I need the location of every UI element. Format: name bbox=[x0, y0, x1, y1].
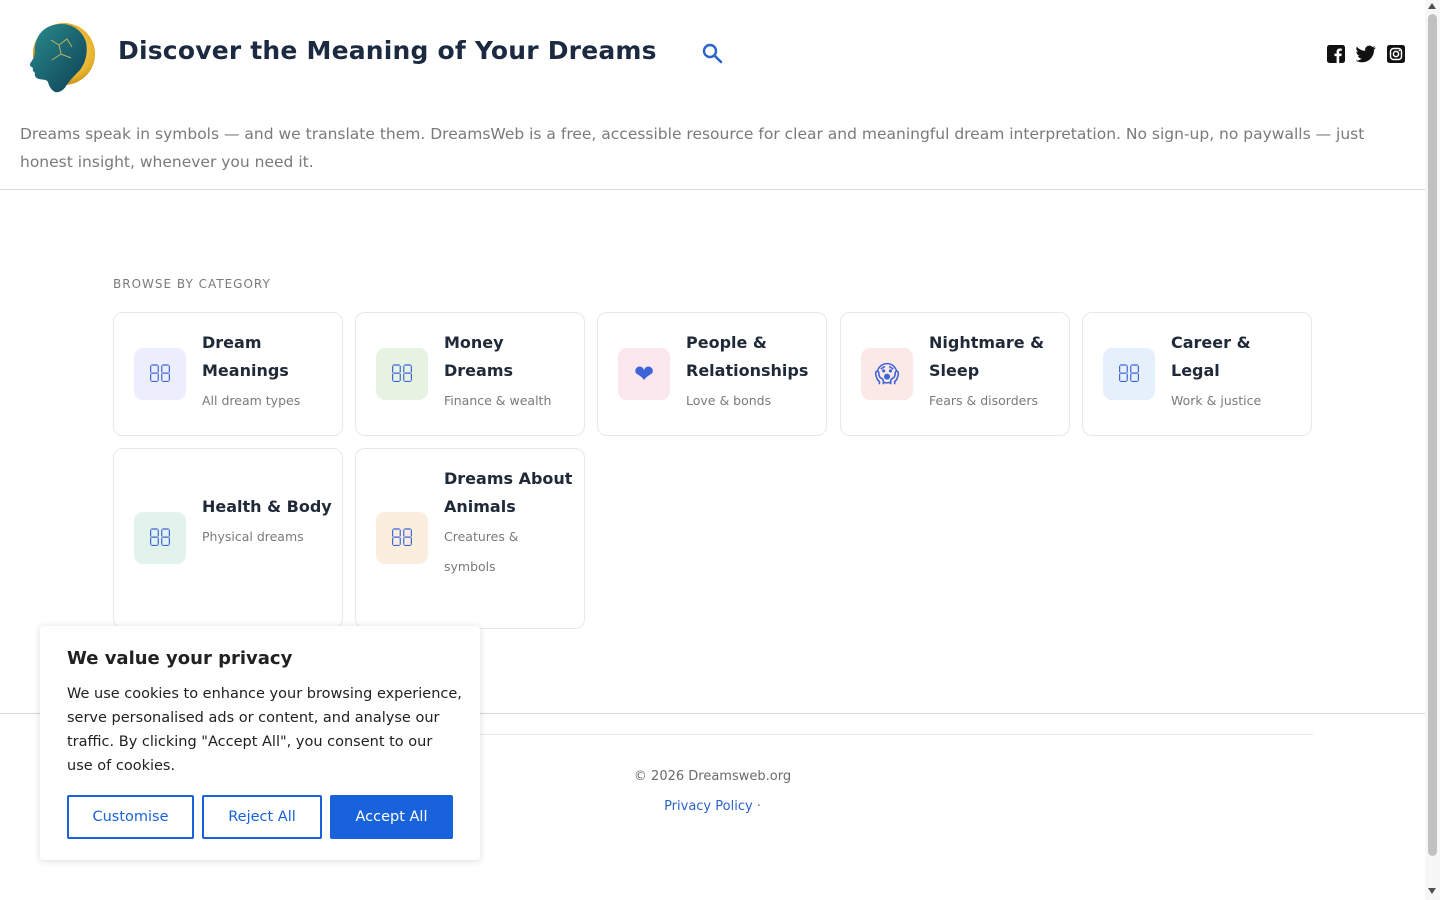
category-title: Dream Meanings bbox=[202, 333, 289, 380]
category-text: Health & Body Physical dreams bbox=[202, 493, 332, 552]
category-text: People & Relationships Love & bonds bbox=[686, 329, 816, 416]
missing-glyph-icon:  bbox=[376, 348, 428, 400]
category-card[interactable]: 😱 Nightmare & Sleep Fears & disorders bbox=[840, 312, 1070, 436]
scrollbar-thumb[interactable] bbox=[1428, 14, 1437, 856]
scroll-down-arrow-icon[interactable] bbox=[1428, 888, 1436, 894]
site-header: Discover the Meaning of Your Dreams bbox=[0, 0, 1425, 110]
customise-button[interactable]: Customise bbox=[67, 795, 194, 839]
category-subtitle: Physical dreams bbox=[202, 529, 304, 544]
category-title: People & Relationships bbox=[686, 333, 809, 380]
category-text: Nightmare & Sleep Fears & disorders bbox=[929, 329, 1059, 416]
category-subtitle: All dream types bbox=[202, 393, 301, 408]
scream-face-icon: 😱 bbox=[861, 348, 913, 400]
category-card[interactable]:  Money Dreams Finance & wealth bbox=[355, 312, 585, 436]
header-divider bbox=[0, 189, 1425, 190]
cookie-title: We value your privacy bbox=[67, 648, 293, 669]
category-card[interactable]:  Dream Meanings All dream types bbox=[113, 312, 343, 436]
cookie-consent-banner: We value your privacy We use cookies to … bbox=[40, 626, 480, 860]
heart-icon: ❤ bbox=[618, 348, 670, 400]
category-card[interactable]:  Career & Legal Work & justice bbox=[1082, 312, 1312, 436]
dream-head-logo-icon[interactable] bbox=[26, 18, 98, 94]
accept-all-button[interactable]: Accept All bbox=[330, 795, 453, 839]
category-title: Nightmare & Sleep bbox=[929, 333, 1045, 380]
category-title: Money Dreams bbox=[444, 333, 514, 380]
category-title: Career & Legal bbox=[1171, 333, 1251, 380]
category-card[interactable]: ❤ People & Relationships Love & bonds bbox=[597, 312, 827, 436]
category-text: Dream Meanings All dream types bbox=[202, 329, 332, 416]
missing-glyph-icon:  bbox=[134, 512, 186, 564]
category-card[interactable]:  Dreams About Animals Creatures & symbols bbox=[355, 448, 585, 629]
category-subtitle: Fears & disorders bbox=[929, 393, 1038, 408]
category-subtitle: Creatures & symbols bbox=[444, 529, 519, 574]
missing-glyph-icon:  bbox=[1103, 348, 1155, 400]
site-intro: Dreams speak in symbols — and we transla… bbox=[20, 125, 1365, 171]
category-card[interactable]:  Health & Body Physical dreams bbox=[113, 448, 343, 629]
category-subtitle: Work & justice bbox=[1171, 393, 1262, 408]
category-text: Money Dreams Finance & wealth bbox=[444, 329, 574, 416]
footer-separator: · bbox=[752, 799, 761, 814]
category-subtitle: Finance & wealth bbox=[444, 393, 552, 408]
site-title[interactable]: Discover the Meaning of Your Dreams bbox=[118, 36, 657, 65]
cookie-description: We use cookies to enhance your browsing … bbox=[67, 686, 462, 774]
facebook-icon[interactable] bbox=[1327, 45, 1345, 63]
browse-section-label: BROWSE BY CATEGORY bbox=[113, 277, 271, 291]
missing-glyph-icon:  bbox=[376, 512, 428, 564]
search-icon[interactable] bbox=[700, 41, 724, 65]
scrollbar[interactable] bbox=[1425, 0, 1440, 900]
category-title: Dreams About Animals bbox=[444, 469, 573, 516]
category-subtitle: Love & bonds bbox=[686, 393, 772, 408]
missing-glyph-icon:  bbox=[134, 348, 186, 400]
instagram-icon[interactable] bbox=[1387, 45, 1405, 63]
reject-all-button[interactable]: Reject All bbox=[202, 795, 322, 839]
scroll-up-arrow-icon[interactable] bbox=[1428, 3, 1436, 9]
privacy-policy-link[interactable]: Privacy Policy bbox=[664, 799, 753, 814]
category-text: Career & Legal Work & justice bbox=[1171, 329, 1301, 416]
category-text: Dreams About Animals Creatures & symbols bbox=[444, 465, 574, 582]
page: Discover the Meaning of Your Dreams Drea… bbox=[0, 0, 1425, 900]
category-title: Health & Body bbox=[202, 497, 332, 516]
twitter-icon[interactable] bbox=[1355, 45, 1376, 63]
